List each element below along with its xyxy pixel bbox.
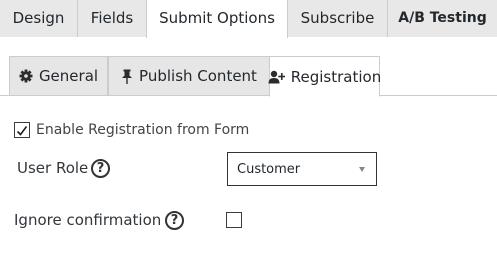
- ignore-confirmation-label: Ignore confirmation: [14, 211, 162, 229]
- tab-design[interactable]: Design: [0, 0, 78, 37]
- tab-ab-testing-label: A/B Testing: [398, 10, 487, 26]
- tab-submit-options[interactable]: Submit Options: [146, 0, 288, 38]
- tab-design-label: Design: [12, 9, 65, 27]
- user-role-label: User Role: [17, 159, 89, 177]
- tab-fields-label: Fields: [90, 9, 134, 27]
- tab-subscribe-label: Subscribe: [300, 9, 375, 27]
- tab-subscribe[interactable]: Subscribe: [288, 0, 388, 37]
- gear-icon: [19, 69, 33, 83]
- subtab-general[interactable]: General: [9, 56, 108, 96]
- tab-ab-testing[interactable]: A/B Testing: [388, 0, 497, 37]
- subtab-publish-content-label: Publish Content: [139, 67, 257, 85]
- subtab-publish-content[interactable]: Publish Content: [108, 56, 270, 96]
- ignore-confirmation-help-icon[interactable]: ?: [165, 211, 184, 230]
- enable-registration-label: Enable Registration from Form: [36, 122, 250, 138]
- tab-submit-options-label: Submit Options: [159, 9, 275, 27]
- subtab-registration-label: Registration: [290, 67, 382, 86]
- tab-fields[interactable]: Fields: [78, 0, 147, 37]
- user-role-help-icon[interactable]: ?: [91, 159, 110, 178]
- checkmark-icon: [16, 126, 28, 136]
- user-role-select[interactable]: Customer: [227, 152, 377, 186]
- dropdown-arrow-icon: [359, 167, 365, 172]
- ignore-confirmation-checkbox[interactable]: [226, 212, 242, 228]
- subtab-registration[interactable]: Registration: [268, 56, 382, 97]
- submit-options-panel: Design Fields Submit Options Subscribe A…: [0, 0, 497, 256]
- question-mark-icon: ?: [170, 213, 179, 228]
- subtab-general-label: General: [38, 67, 99, 85]
- top-tab-bar: Design Fields Submit Options Subscribe A…: [0, 0, 497, 38]
- enable-registration-checkbox[interactable]: [14, 122, 30, 138]
- user-role-selected-value: Customer: [237, 162, 301, 177]
- user-plus-icon: [268, 70, 285, 84]
- pushpin-icon: [121, 69, 133, 84]
- question-mark-icon: ?: [96, 161, 105, 176]
